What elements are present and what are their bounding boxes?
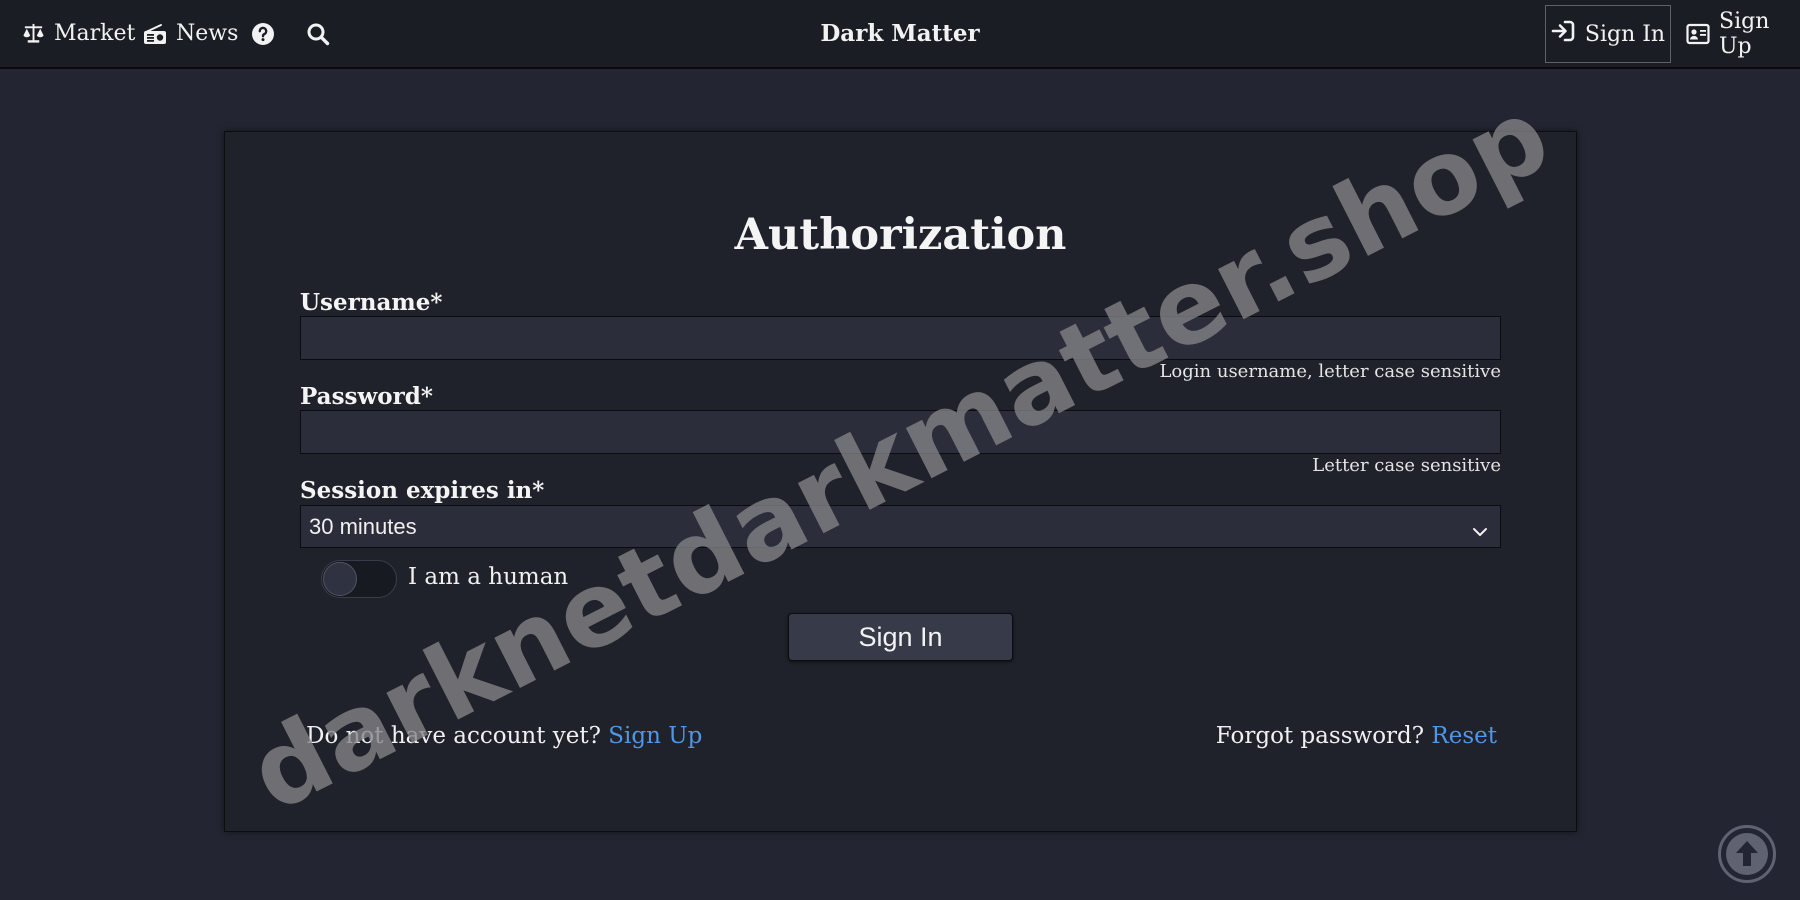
forgot-password-row: Forgot password? Reset <box>1216 723 1497 749</box>
password-input[interactable] <box>300 410 1501 454</box>
nav-news-label: News <box>176 21 239 46</box>
human-toggle[interactable] <box>321 560 397 598</box>
scroll-to-top-button[interactable] <box>1717 824 1777 884</box>
id-card-icon <box>1686 23 1710 45</box>
search-icon <box>306 22 330 46</box>
top-navbar: Market News Dark Matter Sign In Sign Up <box>0 0 1800 69</box>
nav-sign-in-label: Sign In <box>1584 21 1666 47</box>
username-hint: Login username, letter case sensitive <box>1159 361 1501 382</box>
search-button[interactable] <box>306 0 330 67</box>
page-title: Authorization <box>734 210 1067 260</box>
forgot-password-text: Forgot password? <box>1215 723 1425 749</box>
password-hint: Letter case sensitive <box>1312 455 1501 476</box>
username-label: Username* <box>300 289 443 316</box>
arrow-up-circle-icon <box>1717 825 1777 888</box>
human-toggle-label[interactable]: I am a human <box>408 564 568 590</box>
signup-prompt-text: Do not have account yet? <box>306 723 601 749</box>
authorization-card: Authorization Username* Login username, … <box>224 131 1577 832</box>
nav-news-link[interactable]: News <box>143 0 238 67</box>
help-button[interactable] <box>251 0 275 67</box>
nav-sign-up-label: Sign Up <box>1719 8 1770 59</box>
radio-icon <box>143 23 167 45</box>
session-select[interactable]: 30 minutes <box>300 505 1501 548</box>
nav-market-label: Market <box>54 21 136 46</box>
scale-balance-icon <box>22 22 45 45</box>
chevron-down-icon <box>1472 519 1488 545</box>
session-label: Session expires in* <box>300 477 545 504</box>
password-label: Password* <box>300 383 433 410</box>
question-circle-icon <box>251 22 275 46</box>
nav-sign-up-link[interactable]: Sign Up <box>1686 0 1800 67</box>
sign-in-arrow-icon <box>1551 20 1575 48</box>
username-input[interactable] <box>300 316 1501 360</box>
toggle-knob <box>323 562 357 596</box>
reset-password-link[interactable]: Reset <box>1431 723 1497 749</box>
sign-up-link[interactable]: Sign Up <box>608 723 702 749</box>
sign-in-submit-button[interactable]: Sign In <box>788 613 1013 661</box>
nav-market-link[interactable]: Market <box>22 0 135 67</box>
nav-sign-in-button[interactable]: Sign In <box>1545 5 1671 63</box>
session-select-value: 30 minutes <box>309 513 417 539</box>
signup-prompt-row: Do not have account yet? Sign Up <box>306 723 702 749</box>
